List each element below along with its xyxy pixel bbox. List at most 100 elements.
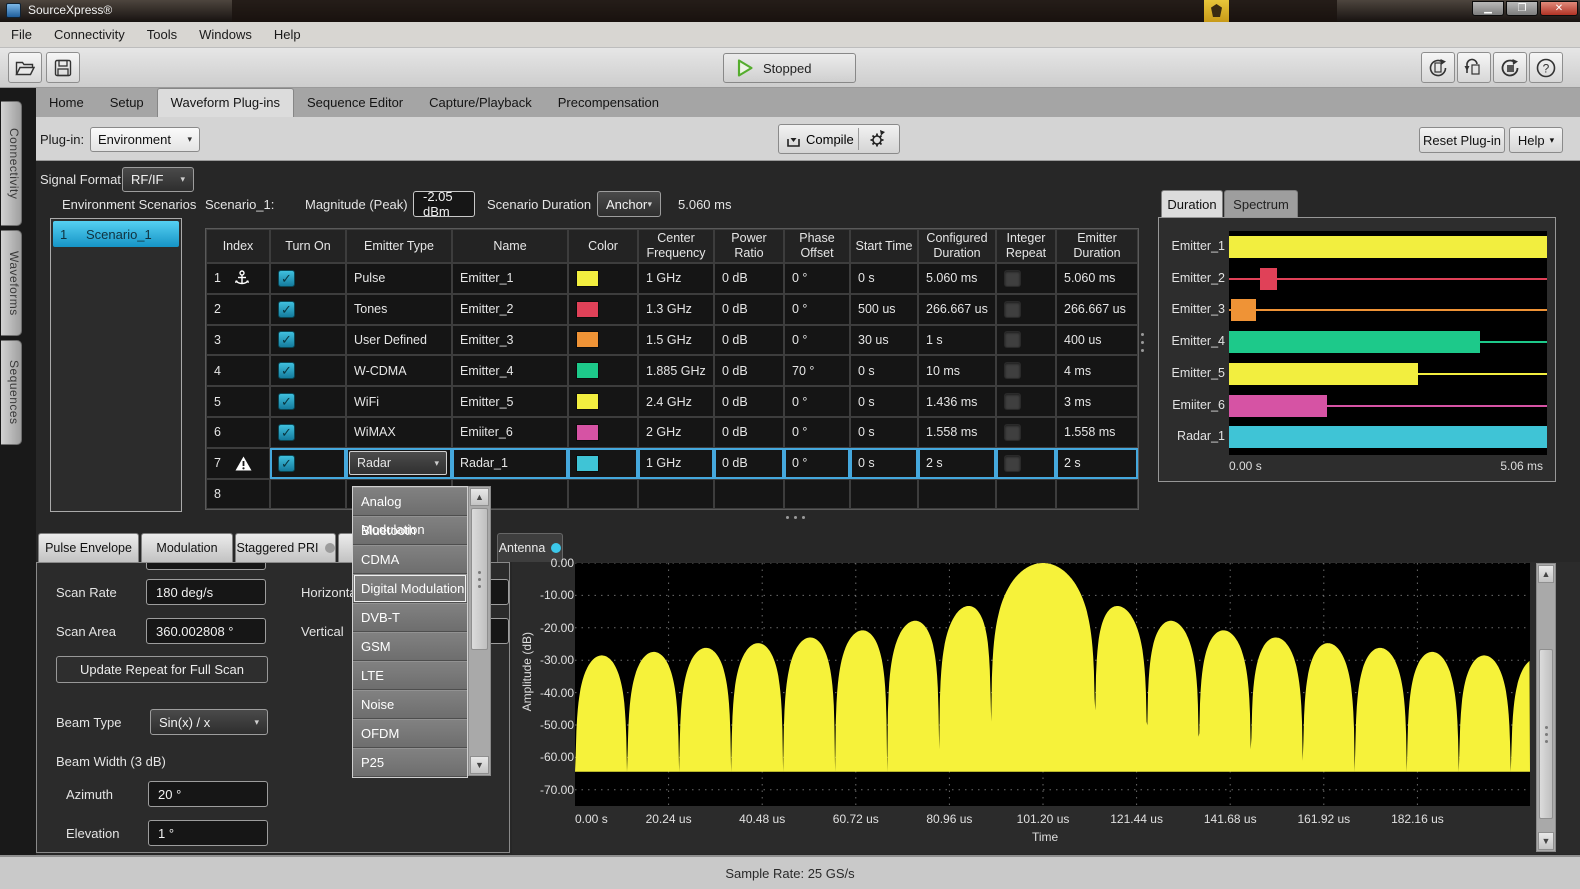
turn-on-checkbox[interactable]: ✓: [278, 270, 295, 287]
cell-name[interactable]: Emitter_4: [452, 355, 568, 386]
clipped-input[interactable]: [146, 562, 266, 570]
elevation-input[interactable]: 1 °: [148, 820, 268, 846]
cell-color center[interactable]: [568, 417, 638, 448]
cell-turn-on center[interactable]: ✓: [270, 355, 346, 386]
cell-power-ratio[interactable]: 0 dB: [714, 386, 784, 417]
color-swatch[interactable]: [576, 424, 599, 441]
cell-name[interactable]: Emitter_3: [452, 325, 568, 356]
color-swatch[interactable]: [576, 301, 599, 318]
cell-turn-on center[interactable]: ✓: [270, 325, 346, 356]
color-swatch[interactable]: [576, 362, 599, 379]
cell-center-frequency[interactable]: 1.885 GHz: [638, 355, 714, 386]
cell-start-time[interactable]: 0 s: [850, 417, 918, 448]
integer-repeat-checkbox[interactable]: [1004, 331, 1021, 348]
cell-color center[interactable]: [568, 263, 638, 294]
cell-color center[interactable]: [568, 355, 638, 386]
tab-waveform-plug-ins[interactable]: Waveform Plug-ins: [157, 88, 294, 117]
cell-turn-on center[interactable]: ✓: [270, 294, 346, 325]
cell-integer-repeat center[interactable]: [996, 386, 1056, 417]
scroll-down-button[interactable]: ▼: [1538, 832, 1554, 850]
cell-phase-offset[interactable]: 0 °: [784, 386, 850, 417]
dropdown-option-lte[interactable]: LTE: [353, 661, 467, 690]
cell-integer-repeat center[interactable]: [996, 355, 1056, 386]
tab-capture-playback[interactable]: Capture/Playback: [416, 88, 545, 117]
cell-integer-repeat center[interactable]: [996, 263, 1056, 294]
cell-center-frequency[interactable]: 1 GHz: [638, 448, 714, 479]
cell-color center[interactable]: [568, 325, 638, 356]
integer-repeat-checkbox[interactable]: [1004, 362, 1021, 379]
scroll-up-button[interactable]: ▲: [1538, 565, 1554, 583]
cell-emitter-duration[interactable]: 2 s: [1056, 448, 1138, 479]
cell-index[interactable]: 3: [206, 325, 270, 356]
cell-emitter-duration[interactable]: 3 ms: [1056, 386, 1138, 417]
integer-repeat-checkbox[interactable]: [1004, 424, 1021, 441]
cell-name[interactable]: Emitter_5: [452, 386, 568, 417]
dropdown-option-noise[interactable]: Noise: [353, 690, 467, 719]
cell-configured-duration confdur[interactable]: 5.060 ms: [918, 263, 996, 294]
dropdown-option-cdma[interactable]: CDMA: [353, 545, 467, 574]
emitter-type-combo[interactable]: Radar▾: [349, 451, 447, 475]
azimuth-input[interactable]: 20 °: [148, 781, 268, 807]
cell-emitter-type[interactable]: W-CDMA: [346, 355, 452, 386]
cell-name[interactable]: Emitter_2: [452, 294, 568, 325]
tab-spectrum[interactable]: Spectrum: [1224, 190, 1298, 217]
color-swatch[interactable]: [576, 331, 599, 348]
scenario-duration-mode-select[interactable]: Anchor ▾: [597, 191, 661, 217]
open-file-button[interactable]: [8, 52, 42, 83]
cell-index[interactable]: 1: [206, 263, 270, 294]
turn-on-checkbox[interactable]: ✓: [278, 393, 295, 410]
side-tab-waveforms[interactable]: Waveforms: [1, 230, 22, 336]
dropdown-scroll-up[interactable]: ▲: [470, 488, 489, 506]
cell-start-time[interactable]: 30 us: [850, 325, 918, 356]
cell-empty[interactable]: [714, 479, 784, 510]
cell-index[interactable]: 4: [206, 355, 270, 386]
menu-windows[interactable]: Windows: [188, 22, 263, 47]
integer-repeat-checkbox[interactable]: [1004, 455, 1021, 472]
dropdown-option-gsm[interactable]: GSM: [353, 632, 467, 661]
dropdown-option-ofdm[interactable]: OFDM: [353, 719, 467, 748]
turn-on-checkbox[interactable]: ✓: [278, 331, 295, 348]
cell-index[interactable]: 2: [206, 294, 270, 325]
run-stop-button[interactable]: Stopped: [723, 53, 856, 83]
restore-button[interactable]: ❐: [1506, 1, 1538, 16]
cell-name[interactable]: Radar_1: [452, 448, 568, 479]
cell-power-ratio[interactable]: 0 dB: [714, 448, 784, 479]
recall-setup-button[interactable]: [1421, 52, 1455, 83]
cell-color center[interactable]: [568, 386, 638, 417]
cell-turn-on center[interactable]: ✓: [270, 386, 346, 417]
save-button[interactable]: [46, 52, 80, 83]
dropdown-scrollbar[interactable]: ▲ ▼: [468, 486, 491, 776]
cell-empty[interactable]: [996, 479, 1056, 510]
cell-configured-duration confdur[interactable]: 1.558 ms: [918, 417, 996, 448]
cell-index[interactable]: 7: [206, 448, 270, 479]
tab-home[interactable]: Home: [36, 88, 97, 117]
tab-sequence-editor[interactable]: Sequence Editor: [294, 88, 416, 117]
cell-index[interactable]: 6: [206, 417, 270, 448]
cell-empty[interactable]: [1056, 479, 1138, 510]
cell-empty[interactable]: [850, 479, 918, 510]
menu-connectivity[interactable]: Connectivity: [43, 22, 136, 47]
turn-on-checkbox[interactable]: ✓: [278, 362, 295, 379]
bottom-tab-staggered-pri[interactable]: Staggered PRI: [235, 533, 336, 562]
cell-configured-duration confdur[interactable]: 2 s: [918, 448, 996, 479]
cell-configured-duration confdur[interactable]: 10 ms: [918, 355, 996, 386]
vertical-splitter-grip[interactable]: [1141, 333, 1144, 352]
restore-setup-button[interactable]: [1457, 52, 1491, 83]
color-swatch[interactable]: [576, 270, 599, 287]
cell-center-frequency[interactable]: 1.3 GHz: [638, 294, 714, 325]
integer-repeat-checkbox[interactable]: [1004, 270, 1021, 287]
menu-tools[interactable]: Tools: [136, 22, 188, 47]
cell-name[interactable]: Emiiter_6: [452, 417, 568, 448]
cell-phase-offset[interactable]: 70 °: [784, 355, 850, 386]
integer-repeat-checkbox[interactable]: [1004, 301, 1021, 318]
cell-center-frequency[interactable]: 2.4 GHz: [638, 386, 714, 417]
turn-on-checkbox[interactable]: ✓: [278, 424, 295, 441]
cell-emitter-duration[interactable]: 4 ms: [1056, 355, 1138, 386]
horizontal-splitter-grip[interactable]: [786, 516, 805, 519]
cell-emitter-type[interactable]: User Defined: [346, 325, 452, 356]
turn-on-checkbox[interactable]: ✓: [278, 301, 295, 318]
beam-type-select[interactable]: Sin(x) / x ▾: [150, 709, 268, 735]
cell-empty[interactable]: [918, 479, 996, 510]
cell-center-frequency[interactable]: 1.5 GHz: [638, 325, 714, 356]
cell-emitter-duration[interactable]: 1.558 ms: [1056, 417, 1138, 448]
